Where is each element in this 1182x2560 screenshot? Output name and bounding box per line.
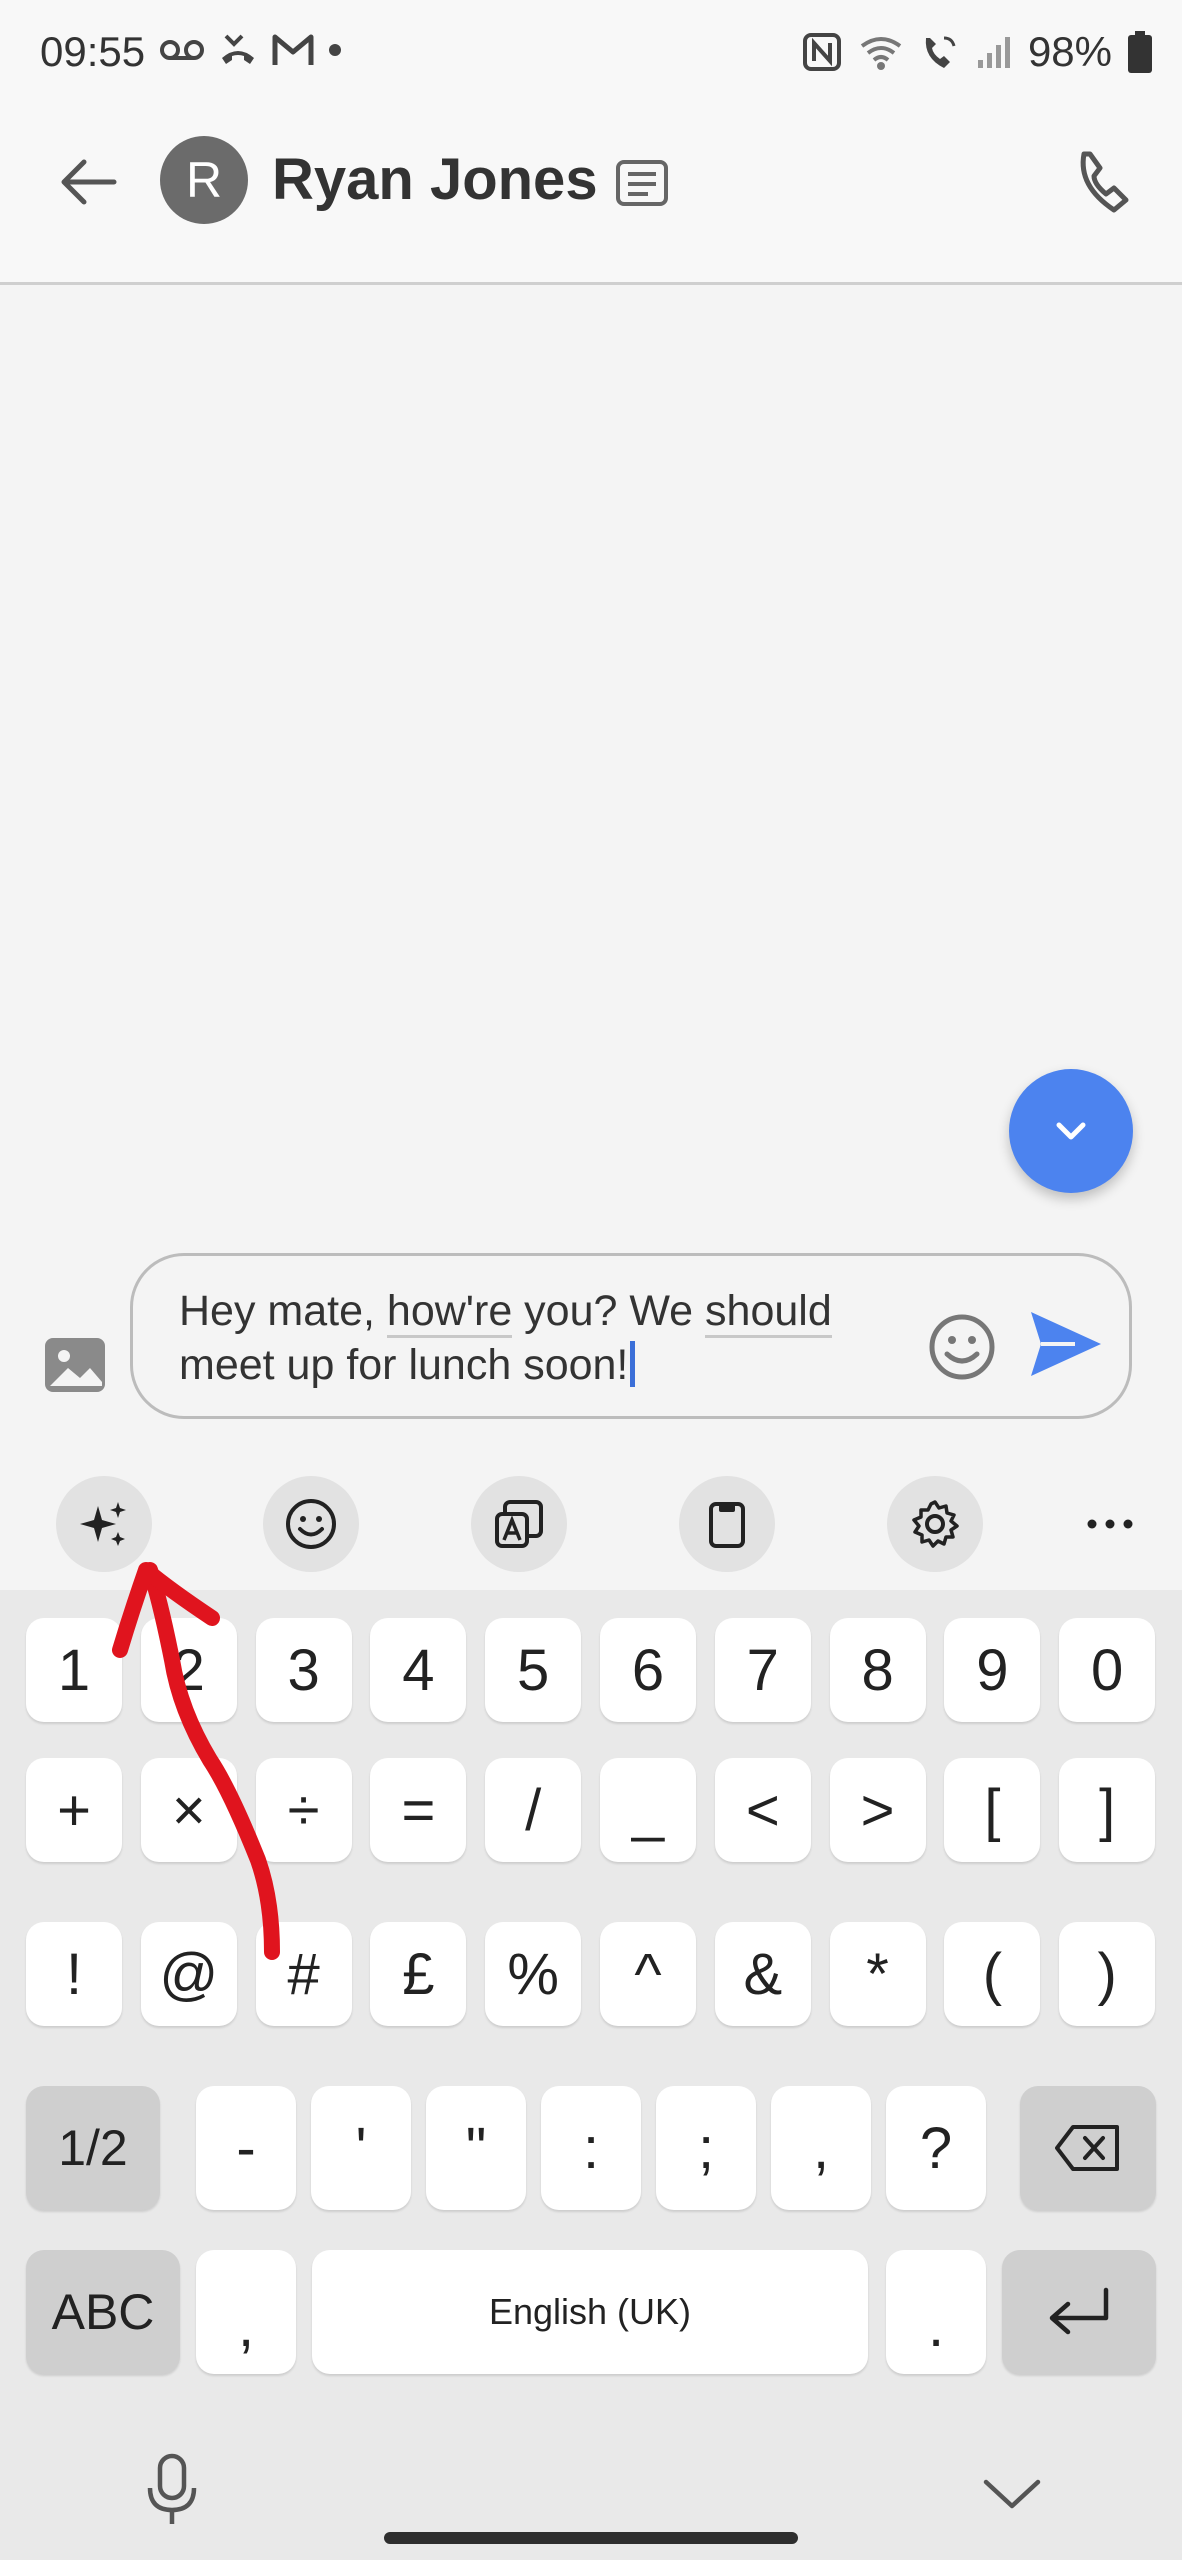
phone-icon[interactable] xyxy=(1070,146,1142,218)
status-time: 09:55 xyxy=(40,28,146,75)
ai-tools-button[interactable] xyxy=(56,1476,152,1572)
message-text[interactable]: Hey mate, how're you? We should meet up f… xyxy=(179,1284,899,1392)
send-icon[interactable] xyxy=(1025,1304,1105,1384)
message-text-part: you? We xyxy=(512,1287,706,1335)
spell-underlined-word[interactable]: should xyxy=(705,1287,832,1338)
punctuation-key-6[interactable]: ? xyxy=(886,2086,986,2210)
number-key-4[interactable]: 5 xyxy=(485,1618,582,1722)
message-input[interactable]: Hey mate, how're you? We should meet up f… xyxy=(130,1253,1132,1419)
symbol-keyboard: 1234567890 + × ÷ = / _ < >[] ! @ # £% ^ & *() 1/2 - ' "… xyxy=(0,1590,1182,2560)
battery-icon xyxy=(1128,31,1152,73)
number-key-6[interactable]: 7 xyxy=(714,1618,811,1722)
symbol-key-6[interactable]: & xyxy=(714,1922,811,2026)
symbol-key-3[interactable]: £ xyxy=(370,1922,467,2026)
message-text-part: Hey mate, xyxy=(179,1287,387,1335)
comma-key[interactable]: , xyxy=(196,2250,296,2374)
status-notification-icons xyxy=(160,30,342,70)
number-key-9[interactable]: 0 xyxy=(1059,1618,1156,1722)
number-key-1[interactable]: 2 xyxy=(140,1618,237,1722)
conversation-area xyxy=(0,288,1182,1236)
wifi-call-phone-icon xyxy=(925,36,956,68)
symbol-key-3[interactable]: = xyxy=(370,1758,467,1862)
punctuation-key-2[interactable]: " xyxy=(426,2086,526,2210)
battery-percentage: 98% xyxy=(1027,28,1112,75)
number-key-0[interactable]: 1 xyxy=(26,1618,122,1722)
number-key-8[interactable]: 9 xyxy=(944,1618,1041,1722)
nfc-icon xyxy=(802,33,841,71)
translate-button[interactable] xyxy=(471,1476,567,1572)
punctuation-key-5[interactable]: , xyxy=(771,2086,871,2210)
symbol-key-5[interactable]: _ xyxy=(600,1758,696,1862)
abc-key[interactable]: ABC xyxy=(26,2250,180,2374)
microphone-icon[interactable] xyxy=(140,2450,204,2530)
settings-icon xyxy=(912,1500,959,1548)
keyboard-emoji-button[interactable] xyxy=(263,1476,359,1572)
symbol-key-9[interactable]: ] xyxy=(1059,1758,1156,1862)
period-key[interactable]: . xyxy=(886,2250,986,2374)
keyboard-settings-button[interactable] xyxy=(887,1476,983,1572)
number-key-5[interactable]: 6 xyxy=(600,1618,696,1722)
signal-icon xyxy=(977,37,1010,68)
status-bar: 09:55 98% xyxy=(0,0,1182,110)
gmail-icon xyxy=(272,34,314,65)
image-icon[interactable] xyxy=(42,1332,108,1398)
symbol-key-8[interactable]: [ xyxy=(944,1758,1041,1862)
sparkle-ai-icon xyxy=(80,1502,126,1546)
symbol-key-7[interactable]: * xyxy=(829,1922,926,2026)
symbol-key-4[interactable]: % xyxy=(485,1922,582,2026)
missed-call-icon xyxy=(222,34,254,64)
status-right-icons: 98% xyxy=(802,28,1152,76)
clipboard-icon xyxy=(709,1502,745,1548)
chevron-down-icon xyxy=(1056,1122,1086,1140)
symbol-key-2[interactable]: # xyxy=(255,1922,352,2026)
backspace-key[interactable] xyxy=(1020,2086,1156,2210)
more-options-button[interactable] xyxy=(1062,1476,1158,1572)
keyboard-emoji-icon xyxy=(286,1499,336,1549)
backspace-icon xyxy=(1055,2125,1119,2171)
dot-icon xyxy=(329,44,341,56)
punctuation-key-1[interactable]: ' xyxy=(311,2086,411,2210)
symbol-key-0[interactable]: + xyxy=(26,1758,122,1862)
number-key-3[interactable]: 4 xyxy=(370,1618,467,1722)
enter-key[interactable] xyxy=(1002,2250,1156,2374)
translate-icon xyxy=(495,1500,543,1548)
symbol-page-switch-key[interactable]: 1/2 xyxy=(26,2086,160,2210)
symbol-key-4[interactable]: / xyxy=(485,1758,582,1862)
number-key-2[interactable]: 3 xyxy=(255,1618,352,1722)
hide-keyboard-icon[interactable] xyxy=(980,2470,1044,2520)
emoji-icon[interactable] xyxy=(927,1312,997,1382)
clipboard-button[interactable] xyxy=(679,1476,775,1572)
contact-details-icon[interactable] xyxy=(612,154,672,214)
conversation-header: R Ryan Jones xyxy=(0,110,1182,285)
symbol-key-0[interactable]: ! xyxy=(26,1922,122,2026)
space-key[interactable]: English (UK) xyxy=(312,2250,868,2374)
punctuation-key-0[interactable]: - xyxy=(196,2086,296,2210)
punctuation-key-4[interactable]: ; xyxy=(656,2086,756,2210)
spell-underlined-word[interactable]: how're xyxy=(386,1287,513,1338)
symbol-key-9[interactable]: ) xyxy=(1059,1922,1156,2026)
punctuation-key-3[interactable]: : xyxy=(541,2086,641,2210)
symbol-key-6[interactable]: < xyxy=(714,1758,811,1862)
wifi-calling-icon xyxy=(860,37,902,70)
symbol-key-5[interactable]: ^ xyxy=(600,1922,696,2026)
avatar[interactable]: R xyxy=(160,136,248,224)
enter-icon xyxy=(1049,2287,1109,2335)
home-indicator[interactable] xyxy=(384,2532,798,2544)
back-arrow-icon[interactable] xyxy=(52,146,124,218)
contact-name[interactable]: Ryan Jones xyxy=(272,146,598,213)
text-cursor xyxy=(630,1341,636,1387)
number-key-7[interactable]: 8 xyxy=(829,1618,926,1722)
symbol-key-8[interactable]: ( xyxy=(944,1922,1041,2026)
symbol-key-7[interactable]: > xyxy=(829,1758,926,1862)
scroll-to-bottom-button[interactable] xyxy=(1009,1069,1133,1193)
symbol-key-1[interactable]: @ xyxy=(140,1922,237,2026)
keyboard-toolbar xyxy=(0,1440,1182,1590)
more-icon xyxy=(1087,1519,1133,1529)
symbol-key-2[interactable]: ÷ xyxy=(255,1758,352,1862)
voicemail-icon xyxy=(160,40,204,60)
symbol-key-1[interactable]: × xyxy=(140,1758,237,1862)
message-text-part: meet up for lunch soon! xyxy=(179,1341,629,1389)
